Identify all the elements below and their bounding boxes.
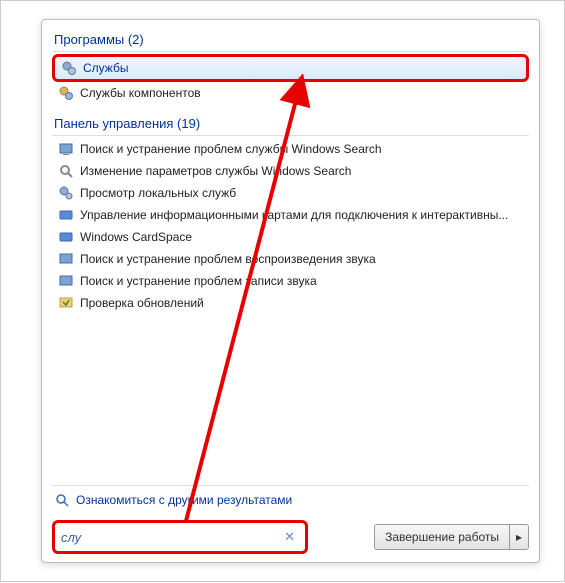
- cardspace-icon: [58, 207, 74, 223]
- cardspace-icon: [58, 229, 74, 245]
- search-icon: [54, 492, 70, 508]
- troubleshoot-icon: [58, 251, 74, 267]
- result-item[interactable]: Проверка обновлений: [52, 292, 529, 314]
- result-item-component-services[interactable]: Службы компонентов: [52, 82, 529, 104]
- result-label: Поиск и устранение проблем службы Window…: [80, 142, 382, 156]
- shutdown-menu-arrow[interactable]: ▸: [509, 524, 529, 550]
- troubleshoot-icon: [58, 141, 74, 157]
- result-label: Службы: [83, 61, 128, 75]
- section-header-controlpanel: Панель управления (19): [52, 112, 529, 136]
- gears-icon: [61, 60, 77, 76]
- update-icon: [58, 295, 74, 311]
- search-input[interactable]: [61, 530, 280, 545]
- result-item[interactable]: Управление информационными картами для п…: [52, 204, 529, 226]
- bottom-bar: ✕ Завершение работы ▸: [52, 520, 529, 554]
- result-label: Windows CardSpace: [80, 230, 192, 244]
- result-item[interactable]: Поиск и устранение проблем воспроизведен…: [52, 248, 529, 270]
- search-settings-icon: [58, 163, 74, 179]
- result-label: Изменение параметров службы Windows Sear…: [80, 164, 351, 178]
- result-label: Службы компонентов: [80, 86, 201, 100]
- see-more-results[interactable]: Ознакомиться с другими результатами: [52, 485, 529, 514]
- troubleshoot-icon: [58, 273, 74, 289]
- clear-search-icon[interactable]: ✕: [280, 529, 299, 545]
- result-label: Поиск и устранение проблем записи звука: [80, 274, 317, 288]
- result-label: Просмотр локальных служб: [80, 186, 236, 200]
- result-item-services[interactable]: Службы: [52, 54, 529, 82]
- spacer: [52, 322, 529, 481]
- shutdown-group: Завершение работы ▸: [374, 524, 529, 550]
- result-item[interactable]: Просмотр локальных служб: [52, 182, 529, 204]
- result-item[interactable]: Изменение параметров службы Windows Sear…: [52, 160, 529, 182]
- result-item[interactable]: Поиск и устранение проблем службы Window…: [52, 138, 529, 160]
- programs-list: Службы Службы компонентов: [52, 54, 529, 104]
- chevron-right-icon: ▸: [516, 530, 522, 544]
- more-results-label: Ознакомиться с другими результатами: [76, 493, 292, 507]
- result-label: Проверка обновлений: [80, 296, 204, 310]
- shutdown-button[interactable]: Завершение работы: [374, 524, 509, 550]
- section-header-programs: Программы (2): [52, 28, 529, 52]
- result-label: Поиск и устранение проблем воспроизведен…: [80, 252, 376, 266]
- controlpanel-list: Поиск и устранение проблем службы Window…: [52, 138, 529, 314]
- start-menu-search-panel: Программы (2) Службы Службы компонентов …: [41, 19, 540, 563]
- gears-icon: [58, 85, 74, 101]
- result-label: Управление информационными картами для п…: [80, 208, 508, 222]
- result-item[interactable]: Windows CardSpace: [52, 226, 529, 248]
- services-icon: [58, 185, 74, 201]
- result-item[interactable]: Поиск и устранение проблем записи звука: [52, 270, 529, 292]
- search-box[interactable]: ✕: [52, 520, 308, 554]
